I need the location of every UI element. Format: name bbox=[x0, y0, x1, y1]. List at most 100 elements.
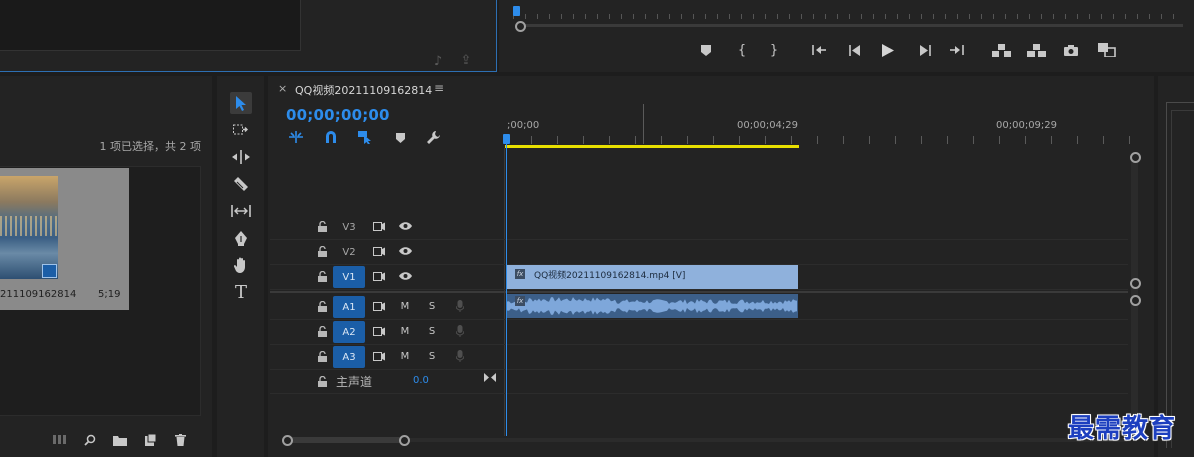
playhead-timecode[interactable]: 00;00;00;00 bbox=[286, 106, 390, 124]
export-icon[interactable]: ⇪ bbox=[458, 53, 474, 67]
zoom-scroll-knob-left[interactable] bbox=[282, 435, 293, 446]
ruler-label-start: ;00;00 bbox=[507, 120, 540, 131]
project-panel: 1 项已选择，共 2 项 211109162814 5;19 bbox=[0, 76, 212, 457]
program-ruler[interactable] bbox=[513, 8, 1183, 22]
toggle-sync-lock-icon[interactable] bbox=[372, 221, 386, 231]
video-audio-divider[interactable] bbox=[270, 291, 1128, 293]
master-volume-value[interactable]: 0.0 bbox=[413, 375, 429, 386]
lift-icon[interactable] bbox=[991, 42, 1011, 58]
add-marker-icon[interactable] bbox=[393, 131, 407, 144]
ruler-major-tick bbox=[643, 104, 644, 144]
track-select-tool-icon[interactable] bbox=[230, 120, 252, 140]
solo-track-button[interactable]: S bbox=[425, 299, 439, 313]
new-item-icon[interactable] bbox=[143, 433, 157, 447]
clip-type-badge-icon bbox=[42, 264, 57, 278]
program-playhead[interactable] bbox=[513, 6, 520, 16]
comparison-view-icon[interactable] bbox=[1097, 42, 1117, 58]
track-label-a1[interactable]: A1 bbox=[333, 296, 365, 318]
program-scroll-knob[interactable] bbox=[515, 21, 526, 32]
voice-over-record-mic-icon[interactable] bbox=[454, 324, 466, 338]
ripple-edit-tool-icon[interactable] bbox=[230, 147, 252, 167]
hand-tool-icon[interactable] bbox=[230, 255, 252, 275]
vertical-scroll-knob-top[interactable] bbox=[1130, 152, 1141, 163]
new-bin-icon[interactable] bbox=[112, 433, 128, 447]
mute-track-button[interactable]: M bbox=[398, 349, 412, 363]
close-tab-button[interactable]: × bbox=[278, 82, 287, 95]
nest-sequences-icon[interactable] bbox=[288, 130, 304, 144]
voice-over-record-mic-icon[interactable] bbox=[454, 349, 466, 363]
clear-icon[interactable] bbox=[173, 433, 187, 447]
toggle-sync-lock-icon[interactable] bbox=[372, 271, 386, 281]
toggle-sync-lock-icon[interactable] bbox=[372, 326, 386, 336]
clip-name: 211109162814 bbox=[0, 289, 77, 300]
track-label-a2[interactable]: A2 bbox=[333, 321, 365, 343]
track-lock-icon[interactable] bbox=[316, 375, 328, 387]
toggle-sync-lock-icon[interactable] bbox=[372, 246, 386, 256]
track-lock-icon[interactable] bbox=[316, 220, 328, 232]
track-lock-icon[interactable] bbox=[316, 300, 328, 312]
clip-duration: 5;19 bbox=[98, 289, 121, 300]
export-frame-icon[interactable] bbox=[1063, 43, 1079, 57]
master-track-label: 主声道 bbox=[336, 375, 373, 389]
toggle-track-output-eye-icon[interactable] bbox=[398, 246, 412, 256]
timeline-zoom-scrollbar[interactable] bbox=[287, 438, 1127, 442]
toggle-track-output-eye-icon[interactable] bbox=[398, 221, 412, 231]
snap-icon[interactable] bbox=[323, 130, 339, 144]
watermark-logo: 最需教育 bbox=[1068, 414, 1177, 444]
panel-menu-icon[interactable]: ≡ bbox=[434, 81, 444, 95]
timeline-settings-wrench-icon[interactable] bbox=[425, 130, 441, 144]
track-lock-icon[interactable] bbox=[316, 245, 328, 257]
insert-audio-icon[interactable]: ♪ bbox=[430, 54, 446, 68]
go-to-in-icon[interactable] bbox=[810, 43, 828, 57]
timeline-zoom-handle[interactable] bbox=[289, 437, 405, 443]
razor-tool-icon[interactable] bbox=[230, 174, 252, 194]
track-lock-icon[interactable] bbox=[316, 350, 328, 362]
master-track-expand-icon[interactable] bbox=[483, 371, 497, 383]
slip-tool-icon[interactable] bbox=[229, 201, 253, 221]
vertical-scroll-knob-audio[interactable] bbox=[1130, 295, 1141, 306]
voice-over-record-mic-icon[interactable] bbox=[454, 299, 466, 313]
toggle-track-output-eye-icon[interactable] bbox=[398, 271, 412, 281]
play-icon[interactable] bbox=[880, 42, 896, 58]
program-scrollbar[interactable] bbox=[519, 24, 1183, 27]
track-label-a3[interactable]: A3 bbox=[333, 346, 365, 368]
add-marker-icon[interactable] bbox=[699, 43, 713, 57]
track-label-v1[interactable]: V1 bbox=[333, 266, 365, 288]
track-lock-icon[interactable] bbox=[316, 270, 328, 282]
vertical-scroll-knob-middle[interactable] bbox=[1130, 278, 1141, 289]
track-lock-icon[interactable] bbox=[316, 325, 328, 337]
list-view-icon[interactable] bbox=[52, 433, 68, 445]
mute-track-button[interactable]: M bbox=[398, 299, 412, 313]
mark-out-icon[interactable]: } bbox=[767, 43, 781, 57]
mute-track-button[interactable]: M bbox=[398, 324, 412, 338]
selection-tool-icon[interactable] bbox=[230, 92, 252, 114]
type-tool-icon[interactable]: T bbox=[230, 282, 252, 304]
toggle-sync-lock-icon[interactable] bbox=[372, 351, 386, 361]
step-back-icon[interactable] bbox=[846, 43, 862, 57]
sequence-tab-title[interactable]: QQ视频20211109162814 bbox=[295, 82, 432, 98]
source-monitor-viewer bbox=[0, 0, 301, 51]
mark-in-icon[interactable]: { bbox=[735, 43, 749, 57]
track-label-v3[interactable]: V3 bbox=[333, 216, 365, 238]
toggle-sync-lock-icon[interactable] bbox=[372, 301, 386, 311]
timeline-playhead-handle[interactable] bbox=[503, 134, 510, 144]
find-icon[interactable] bbox=[83, 433, 97, 447]
audio-clip[interactable]: fx bbox=[507, 294, 798, 318]
clip-fx-badge-icon: fx bbox=[515, 296, 525, 306]
video-clip[interactable]: fx QQ视频20211109162814.mp4 [V] bbox=[507, 265, 798, 289]
solo-track-button[interactable]: S bbox=[425, 324, 439, 338]
clip-thumbnail-card[interactable]: 211109162814 5;19 bbox=[0, 168, 129, 310]
track-label-v2[interactable]: V2 bbox=[333, 241, 365, 263]
extract-icon[interactable] bbox=[1026, 42, 1046, 58]
linked-selection-icon[interactable] bbox=[357, 130, 373, 144]
ruler-ticks bbox=[505, 136, 1138, 144]
pen-tool-icon[interactable] bbox=[230, 228, 252, 248]
track-row-master bbox=[270, 369, 1128, 394]
step-forward-icon[interactable] bbox=[917, 43, 933, 57]
zoom-scroll-knob-right[interactable] bbox=[399, 435, 410, 446]
work-area-bar[interactable] bbox=[505, 145, 799, 148]
go-to-out-icon[interactable] bbox=[948, 43, 966, 57]
ruler-label-end: 00;00;09;29 bbox=[996, 120, 1058, 131]
solo-track-button[interactable]: S bbox=[425, 349, 439, 363]
timeline-ruler[interactable]: ;00;00 00;00;04;29 00;00;09;29 bbox=[505, 104, 1138, 148]
